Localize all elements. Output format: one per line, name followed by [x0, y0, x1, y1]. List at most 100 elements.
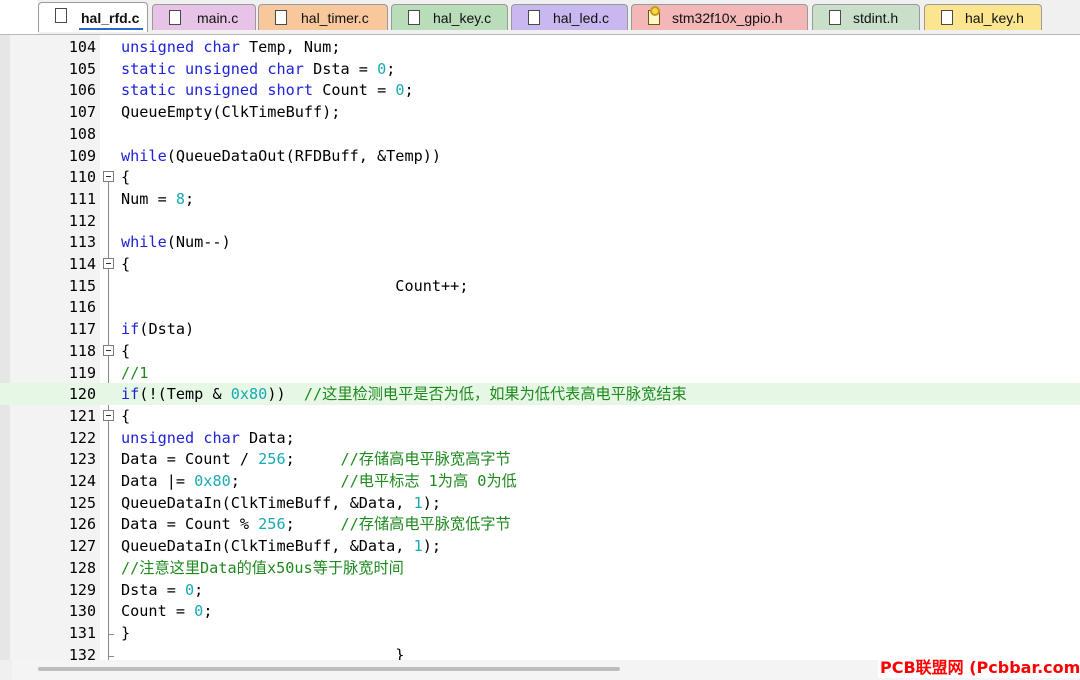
- line-number: 122: [68, 428, 96, 447]
- code-line[interactable]: 122 unsigned char Data;: [0, 427, 1080, 449]
- line-number: 110: [68, 168, 96, 187]
- code-text: //1: [121, 363, 149, 382]
- code-text: unsigned char Temp, Num;: [121, 38, 341, 56]
- code-text: Dsta = 0;: [121, 580, 204, 599]
- code-text: if(Dsta): [121, 320, 195, 339]
- code-line[interactable]: 124 Data |= 0x80; //电平标志 1为高 0为低: [0, 470, 1080, 492]
- code-line[interactable]: 130 Count = 0;: [0, 600, 1080, 622]
- fold-collapse-icon[interactable]: [103, 409, 114, 421]
- line-number: 111: [68, 189, 96, 208]
- tab-bar-lead: [0, 0, 38, 34]
- line-number: 129: [68, 580, 96, 599]
- h-file-icon: [829, 10, 841, 25]
- code-line[interactable]: 119 //1: [0, 362, 1080, 384]
- tab-label: hal_timer.c: [301, 10, 369, 26]
- tab-hal-key-c[interactable]: hal_key.c: [391, 4, 508, 30]
- tab-stdint-h[interactable]: stdint.h: [812, 4, 920, 30]
- line-number: 127: [68, 537, 96, 556]
- tab-hal-timer-c[interactable]: hal_timer.c: [258, 4, 388, 30]
- line-number: 117: [68, 320, 96, 339]
- fold-collapse-icon[interactable]: [103, 258, 114, 269]
- tab-bar: hal_rfd.c main.c hal_timer.c hal_key.c h…: [0, 0, 1080, 35]
- line-number: 113: [68, 233, 96, 252]
- code-line[interactable]: 111 Num = 8;: [0, 188, 1080, 210]
- code-line[interactable]: 120 if(!(Temp & 0x80)) //这里检测电平是否为低，如果为低代…: [0, 383, 1080, 405]
- code-line[interactable]: 109 while(QueueDataOut(RFDBuff, &Temp)): [0, 145, 1080, 167]
- line-number: 112: [68, 211, 96, 230]
- line-number: 132: [68, 645, 96, 660]
- code-line[interactable]: 104 unsigned char Temp, Num;: [0, 36, 1080, 58]
- tab-label: stdint.h: [853, 10, 899, 26]
- code-editor[interactable]: 104 unsigned char Temp, Num; 105 static uns…: [0, 35, 1080, 660]
- code-line[interactable]: 110 {: [0, 166, 1080, 188]
- tab-label: main.c: [197, 10, 239, 26]
- line-number: 104: [68, 38, 96, 56]
- code-text: }: [121, 645, 405, 660]
- code-line[interactable]: 125 QueueDataIn(ClkTimeBuff, &Data, 1);: [0, 492, 1080, 514]
- line-number: 114: [68, 255, 96, 273]
- code-line[interactable]: 112: [0, 210, 1080, 232]
- code-line[interactable]: 126 Data = Count % 256; //存储高电平脉宽低字节: [0, 513, 1080, 535]
- code-text: Count++;: [121, 276, 469, 295]
- fold-collapse-icon[interactable]: [103, 344, 114, 356]
- code-text: Data = Count % 256; //存储高电平脉宽低字节: [121, 515, 511, 534]
- code-line[interactable]: 131}: [0, 622, 1080, 644]
- code-text: Data = Count / 256; //存储高电平脉宽高字节: [121, 450, 511, 469]
- fold-end-marker: [108, 644, 114, 657]
- code-line[interactable]: 107 QueueEmpty(ClkTimeBuff);: [0, 101, 1080, 123]
- line-number: 125: [68, 493, 96, 512]
- line-number: 121: [68, 406, 96, 425]
- code-line[interactable]: 105 static unsigned char Dsta = 0;: [0, 58, 1080, 80]
- code-text: unsigned char Data;: [121, 428, 295, 447]
- c-file-icon: [55, 8, 67, 23]
- code-line[interactable]: 129 Dsta = 0;: [0, 579, 1080, 601]
- code-line[interactable]: 116: [0, 296, 1080, 318]
- line-number: 115: [68, 276, 96, 295]
- code-text: QueueDataIn(ClkTimeBuff, &Data, 1);: [121, 493, 442, 512]
- line-number: 106: [68, 81, 96, 100]
- code-text: {: [121, 255, 131, 273]
- code-text: Data |= 0x80; //电平标志 1为高 0为低: [121, 472, 517, 490]
- line-number: 107: [68, 103, 96, 122]
- line-number: 109: [68, 146, 96, 165]
- tab-main-c[interactable]: main.c: [152, 4, 256, 30]
- c-file-icon: [275, 10, 287, 25]
- code-text: if(!(Temp & 0x80)) //这里检测电平是否为低，如果为低代表高电…: [121, 385, 687, 404]
- c-file-icon: [528, 10, 540, 25]
- tab-hal-led-c[interactable]: hal_led.c: [511, 4, 628, 30]
- c-file-icon: [169, 10, 181, 25]
- code-line[interactable]: 128 //注意这里Data的值x50us等于脉宽时间: [0, 557, 1080, 579]
- line-number: 131: [68, 623, 96, 642]
- code-line[interactable]: 106 static unsigned short Count = 0;: [0, 79, 1080, 101]
- line-number: 116: [68, 298, 96, 317]
- fold-end-marker: [108, 622, 114, 635]
- code-text: //注意这里Data的值x50us等于脉宽时间: [121, 558, 404, 577]
- line-number: 108: [68, 124, 96, 143]
- tab-label: stm32f10x_gpio.h: [672, 10, 783, 26]
- code-line[interactable]: 123 Data = Count / 256; //存储高电平脉宽高字节: [0, 448, 1080, 470]
- code-line[interactable]: 127 QueueDataIn(ClkTimeBuff, &Data, 1);: [0, 535, 1080, 557]
- line-number: 120: [68, 385, 96, 404]
- tab-stm32f10x-gpio-h[interactable]: stm32f10x_gpio.h: [631, 4, 808, 30]
- code-line[interactable]: 118 {: [0, 340, 1080, 362]
- tab-hal-rfd-c[interactable]: hal_rfd.c: [38, 2, 148, 32]
- tab-hal-key-h[interactable]: hal_key.h: [924, 4, 1042, 30]
- scrollbar-thumb[interactable]: [38, 667, 620, 671]
- code-text: static unsigned char Dsta = 0;: [121, 59, 396, 78]
- code-text: Num = 8;: [121, 189, 195, 208]
- line-number: 119: [68, 363, 96, 382]
- line-number: 124: [68, 472, 96, 490]
- line-number: 118: [68, 341, 96, 360]
- code-line[interactable]: 113 while(Num--): [0, 231, 1080, 253]
- fold-collapse-icon[interactable]: [103, 171, 114, 183]
- code-line[interactable]: 117 if(Dsta): [0, 318, 1080, 340]
- code-line[interactable]: 114 {: [0, 253, 1080, 275]
- code-line[interactable]: 115 Count++;: [0, 275, 1080, 297]
- line-number: 123: [68, 450, 96, 469]
- code-text: {: [121, 341, 131, 360]
- code-line[interactable]: 108: [0, 123, 1080, 145]
- line-number: 105: [68, 59, 96, 78]
- tab-label: hal_led.c: [553, 10, 610, 26]
- code-line[interactable]: 121 {: [0, 405, 1080, 427]
- line-number: 126: [68, 515, 96, 534]
